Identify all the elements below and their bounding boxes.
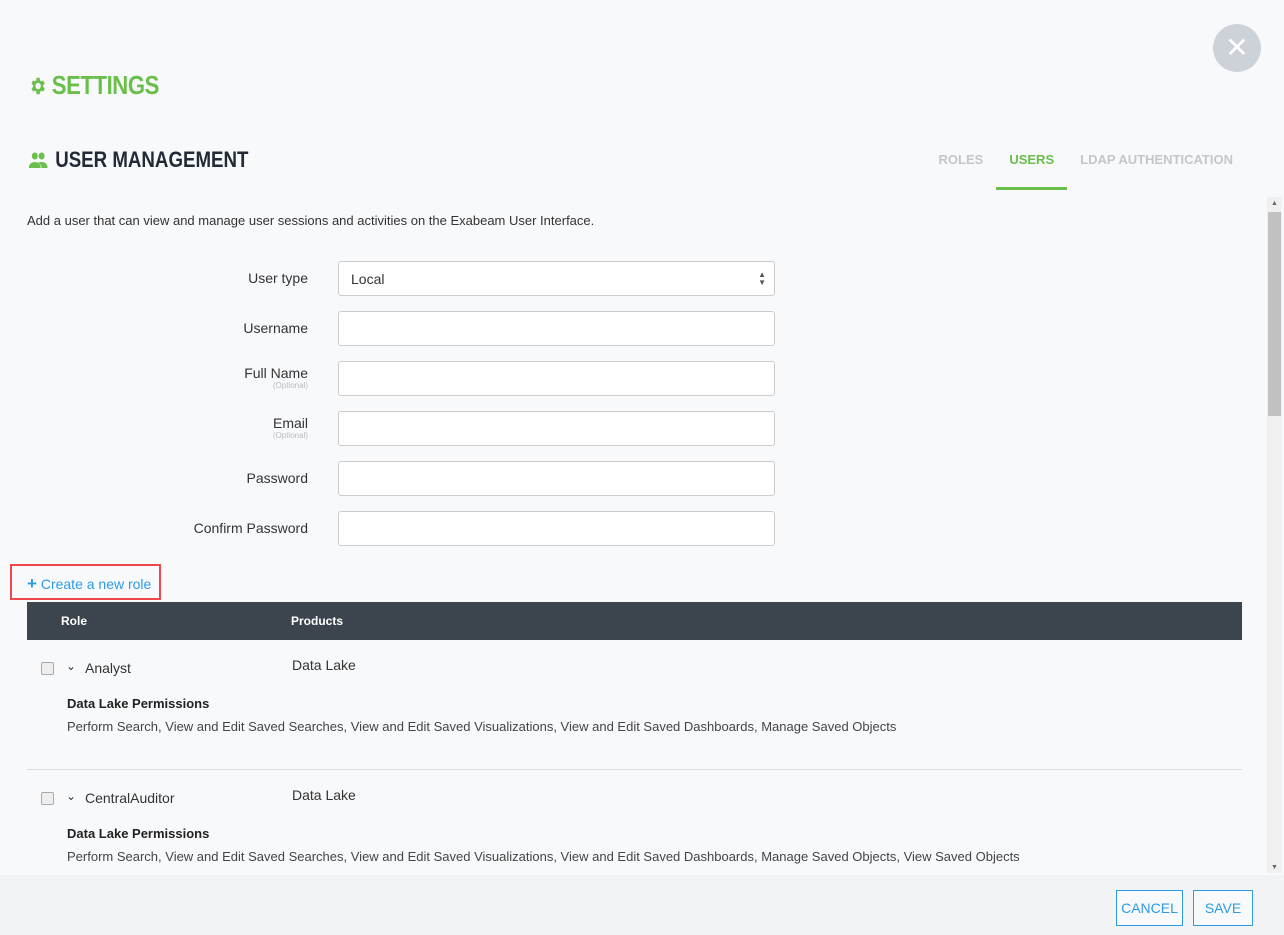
role-products: Data Lake	[292, 787, 356, 803]
row-divider	[27, 769, 1242, 770]
role-name: CentralAuditor	[85, 790, 175, 806]
username-label: Username	[243, 319, 308, 336]
tab-users[interactable]: USERS	[996, 150, 1068, 190]
email-row: Email (Optional)	[0, 411, 775, 446]
password-row: Password	[0, 461, 775, 496]
user-type-select[interactable]: Local ▲ ▼	[338, 261, 775, 296]
create-new-role-link[interactable]: + Create a new role	[10, 564, 161, 600]
close-button[interactable]: ✕	[1213, 24, 1261, 72]
plus-icon: +	[27, 574, 37, 593]
confirm-password-row: Confirm Password	[0, 511, 775, 546]
column-header-role: Role	[61, 614, 88, 628]
description: Add a user that can view and manage user…	[27, 213, 595, 228]
chevron-down-icon[interactable]: ⌄	[66, 789, 76, 803]
full-name-label: Full Name (Optional)	[0, 366, 308, 390]
page-title: SETTINGS	[28, 70, 159, 101]
permissions-list: Perform Search, View and Edit Saved Sear…	[67, 719, 897, 734]
save-button[interactable]: SAVE	[1193, 890, 1253, 926]
full-name-input[interactable]	[338, 361, 775, 396]
section-title: USER MANAGEMENT	[28, 147, 248, 173]
email-input[interactable]	[338, 411, 775, 446]
sort-arrows-icon: ▲ ▼	[758, 270, 766, 287]
close-icon: ✕	[1225, 32, 1249, 63]
row-checkbox[interactable]	[41, 792, 54, 805]
password-input[interactable]	[338, 461, 775, 496]
gear-icon	[31, 77, 45, 94]
user-type-label: User type	[248, 269, 308, 286]
email-label: Email (Optional)	[0, 416, 308, 440]
user-type-row: User type Local ▲ ▼	[0, 261, 775, 296]
scroll-up-icon[interactable]: ▲	[1267, 200, 1282, 207]
confirm-password-input[interactable]	[338, 511, 775, 546]
tab-roles[interactable]: ROLES	[926, 150, 997, 190]
cancel-button[interactable]: CANCEL	[1116, 890, 1183, 926]
password-label: Password	[246, 469, 308, 486]
row-checkbox[interactable]	[41, 662, 54, 675]
optional-hint: (Optional)	[272, 430, 308, 440]
permissions-title: Data Lake Permissions	[67, 826, 210, 841]
permissions-title: Data Lake Permissions	[67, 696, 210, 711]
chevron-down-icon[interactable]: ⌄	[66, 659, 76, 673]
optional-hint: (Optional)	[272, 380, 308, 390]
scroll-down-icon[interactable]: ▼	[1267, 864, 1282, 871]
table-header: Role Products	[27, 602, 1242, 640]
users-icon	[28, 152, 48, 168]
column-header-products: Products	[291, 614, 344, 628]
permissions-list: Perform Search, View and Edit Saved Sear…	[67, 849, 1020, 864]
footer	[0, 875, 1284, 935]
full-name-row: Full Name (Optional)	[0, 361, 775, 396]
scrollbar-thumb[interactable]	[1268, 212, 1281, 416]
tab-ldap-authentication[interactable]: LDAP AUTHENTICATION	[1067, 150, 1246, 190]
role-products: Data Lake	[292, 657, 356, 673]
role-name: Analyst	[85, 660, 131, 676]
tab-bar: ROLES USERS LDAP AUTHENTICATION	[926, 150, 1246, 190]
username-row: Username	[0, 311, 775, 346]
confirm-password-label: Confirm Password	[193, 519, 308, 536]
username-input[interactable]	[338, 311, 775, 346]
